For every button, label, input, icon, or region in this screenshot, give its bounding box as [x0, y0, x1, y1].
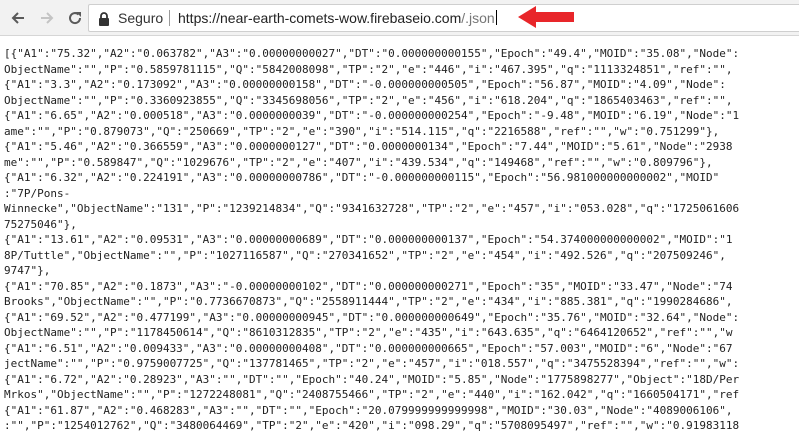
json-line: Winnecke","ObjectName":"131","P":"123921…: [4, 202, 740, 215]
browser-toolbar: Seguro https://near-earth-comets-wow.fir…: [0, 0, 799, 36]
json-line: {"A1":"13.61","A2":"0.09531","A3":"0.000…: [4, 233, 733, 246]
forward-button[interactable]: [35, 6, 59, 30]
address-divider: [169, 10, 170, 26]
url-text[interactable]: https://near-earth-comets-wow.firebaseio…: [178, 5, 497, 31]
address-bar[interactable]: Seguro https://near-earth-comets-wow.fir…: [88, 4, 799, 32]
json-line: Brooks","ObjectName":"","P":"0.773667087…: [4, 295, 733, 308]
json-line: {"A1":"70.85","A2":"0.1873","A3":"-0.000…: [4, 279, 733, 293]
json-line: {"A1":"61.87","A2":"0.468283","A3":"","D…: [4, 403, 733, 417]
json-text: [{"A1":"75.32","A2":"0.063782","A3":"0.0…: [0, 36, 799, 431]
arrow-shape: [518, 6, 574, 28]
reload-icon: [69, 12, 82, 25]
json-line: :"7P/Pons-: [4, 186, 71, 200]
json-line: 8P/Tuttle","ObjectName":"","P":"10271165…: [4, 248, 726, 262]
json-line: {"A1":"5.46","A2":"0.366559","A3":"0.000…: [4, 140, 733, 153]
red-annotation-arrow-icon: [518, 6, 574, 28]
json-line: {"A1":"3.3","A2":"0.173092","A3":"0.0000…: [4, 78, 726, 91]
json-line: :"","P":"1254012762","Q":"3480064469","T…: [4, 419, 740, 431]
json-line: {"A1":"6.51","A2":"0.009433","A3":"0.000…: [4, 341, 733, 355]
json-viewer: [{"A1":"75.32","A2":"0.063782","A3":"0.0…: [0, 36, 799, 431]
json-line: 9747"},: [4, 264, 51, 277]
json-line: {"A1":"6.65","A2":"0.000518","A3":"0.000…: [4, 109, 740, 122]
json-line: {"A1":"6.72","A2":"0.28923","A3":"","DT"…: [4, 372, 740, 386]
json-line: Mrkos","ObjectName":"","P":"1272248081",…: [4, 388, 740, 401]
url-path: /.json: [461, 10, 495, 26]
json-line: jectName":"","P":"0.9759007725","Q":"137…: [4, 357, 740, 370]
json-line: ObjectName":"","P":"1178450614","Q":"861…: [4, 326, 733, 339]
json-line: ObjectName":"","P":"0.3360923855","Q":"3…: [4, 93, 733, 107]
reload-button[interactable]: [63, 6, 87, 30]
json-line: {"A1":"6.32","A2":"0.224191","A3":"0.000…: [4, 171, 720, 184]
forward-arrow-icon: [41, 12, 54, 24]
json-line: 75275046"},: [4, 217, 77, 231]
json-line: ObjectName":"","P":"0.5859781115","Q":"5…: [4, 62, 733, 76]
url-base: https://near-earth-comets-wow.firebaseio…: [178, 10, 462, 26]
json-line: [{"A1":"75.32","A2":"0.063782","A3":"0.0…: [4, 47, 740, 60]
security-label: Seguro: [118, 10, 164, 26]
json-line: {"A1":"69.52","A2":"0.477199","A3":"0.00…: [4, 310, 740, 324]
back-arrow-icon: [11, 12, 24, 24]
back-button[interactable]: [6, 6, 30, 30]
text-cursor: [495, 10, 497, 25]
json-line: me":"","P":"0.589847","Q":"1029676","TP"…: [4, 155, 713, 169]
json-line: ame":"","P":"0.879073","Q":"250669","TP"…: [4, 124, 720, 138]
lock-icon: [99, 12, 109, 26]
